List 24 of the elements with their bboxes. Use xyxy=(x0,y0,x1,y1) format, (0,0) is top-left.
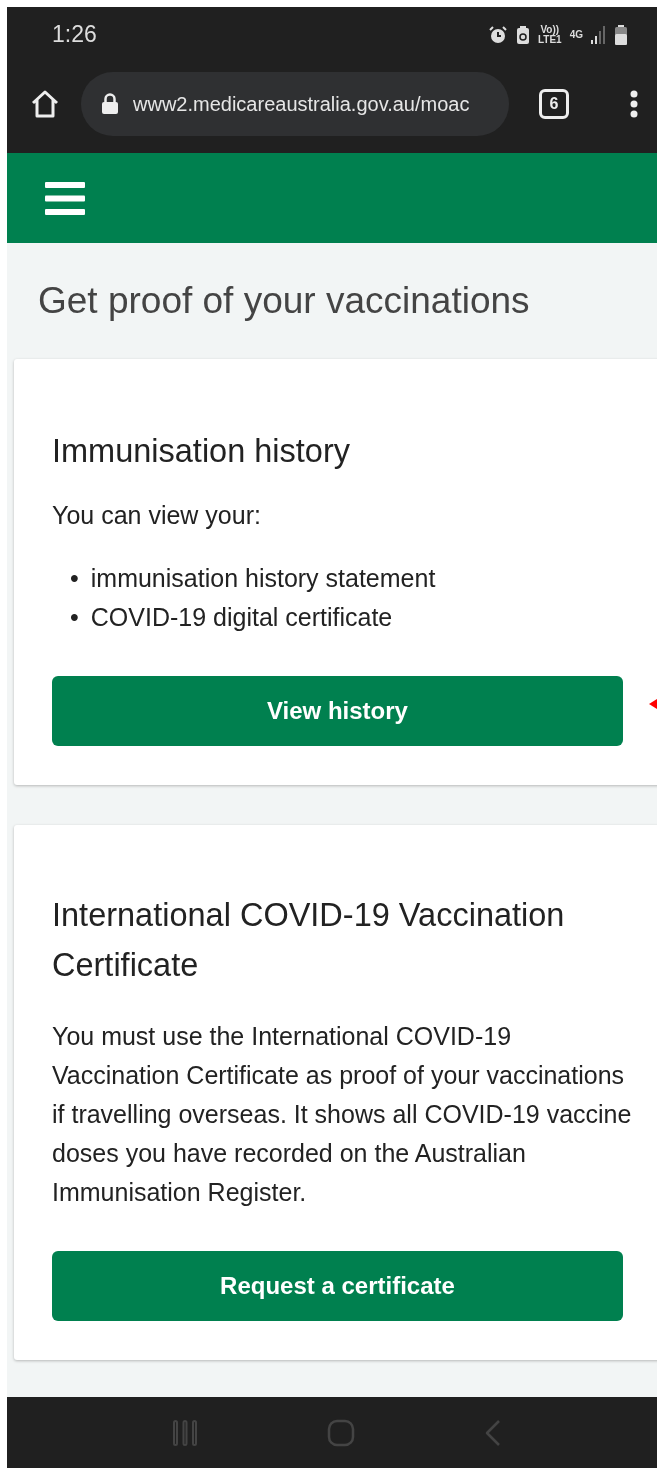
network-label: 4G xyxy=(569,29,583,40)
card-text: You must use the International COVID-19 Vaccination Certificate as proof of your vaccinations if travelling overseas. It shows all COVID-19 vaccine doses you have recorded on the Australian Immunisation Register. xyxy=(52,1021,633,1208)
network-label: LTE1 xyxy=(537,34,562,45)
address-bar[interactable]: www2.medicareaustralia.gov.au/moac xyxy=(81,71,509,136)
network-label: Vo)) xyxy=(540,24,560,35)
action-button[interactable]: View history xyxy=(52,676,623,746)
page-title: Get proof of your vaccinations xyxy=(38,279,531,323)
battery-saver-icon xyxy=(515,24,530,45)
bullet-marker: • xyxy=(70,602,79,633)
bullet-marker: • xyxy=(70,563,79,594)
card-text: You can view your: xyxy=(52,500,262,531)
action-button[interactable]: Request a certificate xyxy=(52,1251,623,1321)
signal-icon xyxy=(591,25,607,44)
bullet-item: COVID-19 digital certificate xyxy=(90,602,393,633)
tab-count-button[interactable]: 6 xyxy=(539,88,569,119)
more-options-icon[interactable] xyxy=(629,88,639,119)
alarm-icon xyxy=(487,24,508,45)
clock-time: 1:26 xyxy=(52,20,97,50)
menu-icon[interactable] xyxy=(45,181,85,215)
lock-icon xyxy=(101,92,119,115)
card-heading: Immunisation history xyxy=(52,432,352,471)
bullet-item: immunisation history statement xyxy=(90,563,436,594)
card-heading: International COVID-19 Vaccination Certificate xyxy=(52,896,566,985)
battery-icon xyxy=(615,24,627,45)
